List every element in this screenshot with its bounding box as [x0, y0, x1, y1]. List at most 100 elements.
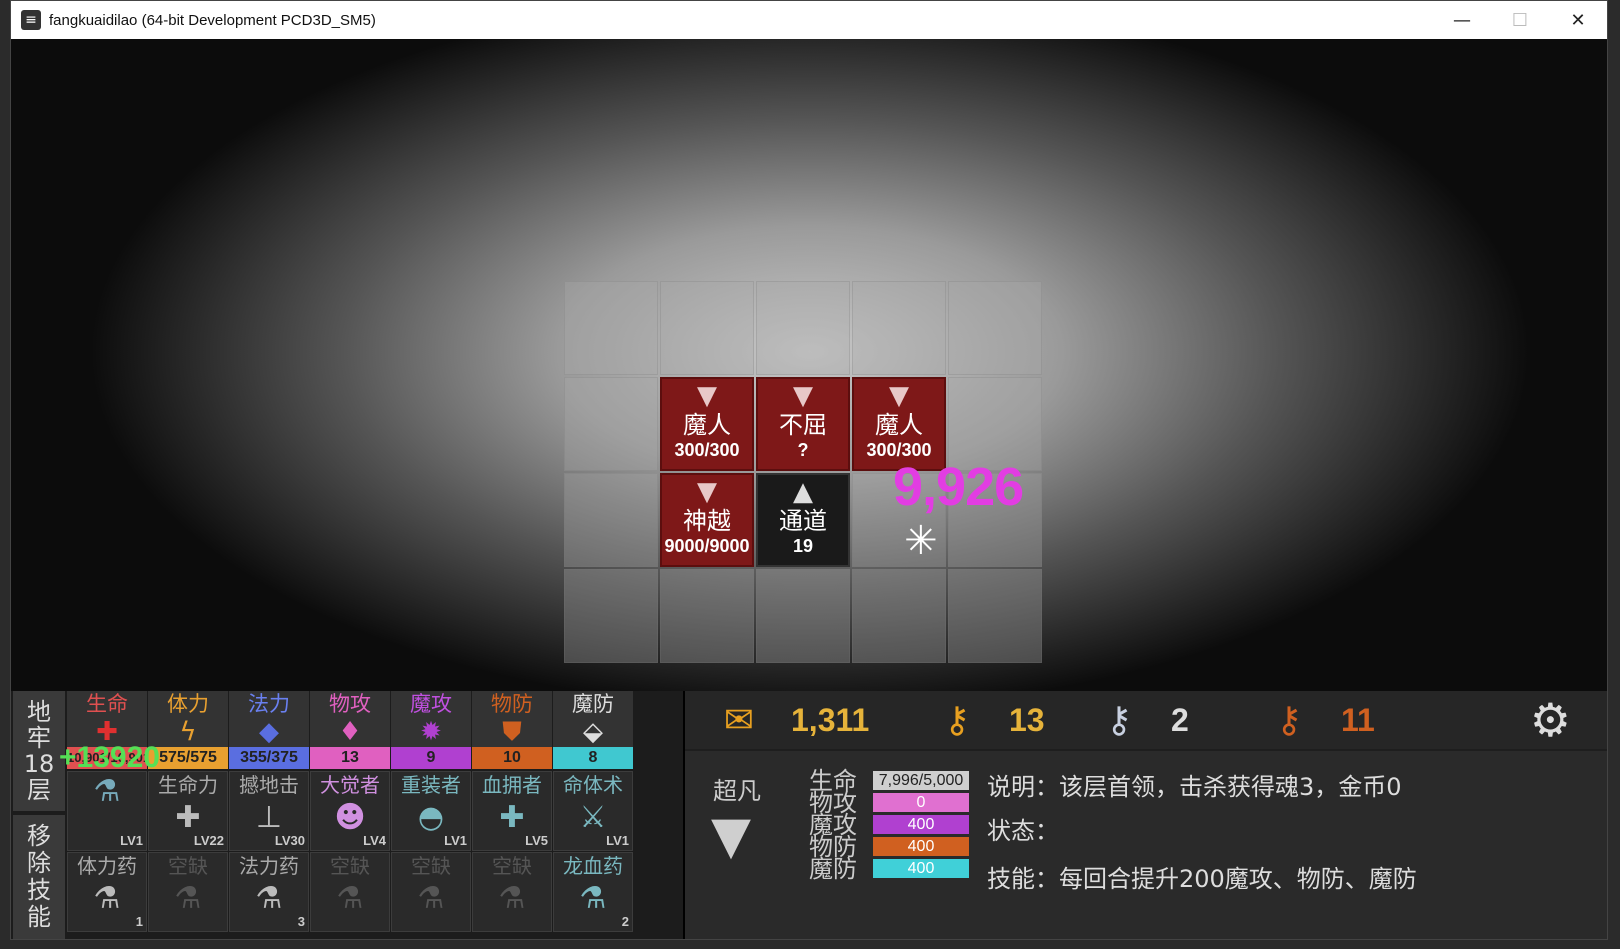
empty-tile[interactable] [852, 281, 946, 375]
stat-label: 魔攻 [410, 692, 452, 716]
stat-mana: 法力 ◆ 355/375 [229, 691, 309, 769]
gold-amount: 1,311 [791, 701, 870, 738]
close-button[interactable]: ✕ [1549, 1, 1607, 39]
info-panel: ✉ 1,311 ⚷ 13 ⚷ 2 ⚷ 11 ⚙ 超凡 ▼ 生命 物攻 魔攻 物防 [685, 691, 1607, 939]
sword-icon: ♦ [338, 717, 362, 747]
monster-tile[interactable]: ▼ 不屈 ? [756, 377, 850, 471]
empty-tile[interactable] [564, 281, 658, 375]
item-slot[interactable]: 空缺 ⚗ [148, 852, 228, 932]
monster-tile[interactable]: ▼ 魔人 300/300 [660, 377, 754, 471]
empty-tile[interactable] [564, 473, 658, 567]
demon-icon: ▼ [711, 806, 751, 866]
item-count: 1 [135, 914, 143, 929]
skill-level: LV1 [120, 833, 143, 848]
skill-slot[interactable]: 命体术 ⚔ LV1 [553, 771, 633, 851]
empty-tile[interactable] [660, 281, 754, 375]
silver-key-counter: ⚷ 2 [1097, 691, 1189, 749]
enemy-stat-label: 魔防 [809, 855, 857, 883]
maximize-button[interactable]: ☐ [1491, 1, 1549, 39]
enemy-matk-bar: 400 [873, 815, 969, 834]
enemy-info: 超凡 ▼ 生命 物攻 魔攻 物防 魔防 7,996/5,000 0 400 40… [685, 751, 1607, 939]
resource-bar: ✉ 1,311 ⚷ 13 ⚷ 2 ⚷ 11 ⚙ [685, 691, 1607, 749]
skill-level: LV4 [363, 833, 386, 848]
item-slot[interactable]: 龙血药 ⚗ 2 [553, 852, 633, 932]
damage-number: 9,926 [893, 457, 1024, 517]
demon-icon: ▼ [793, 381, 813, 411]
skill-slot[interactable]: ⚗ LV1 [67, 771, 147, 851]
skill-slot[interactable]: 大觉者 ☻ LV4 [310, 771, 390, 851]
stat-attack: 物攻 ♦ 13 [310, 691, 390, 769]
floor-indicator[interactable]: 地 牢 18 层 [13, 691, 65, 811]
plus-icon: ✚ [175, 800, 201, 835]
skill-level: LV22 [193, 833, 224, 848]
silver-key-icon: ⚷ [1105, 699, 1133, 741]
stat-label: 生命 [86, 692, 128, 716]
stat-stamina: 体力 ϟ 575/575 [148, 691, 228, 769]
empty-tile[interactable] [660, 569, 754, 663]
game-window: ≡ fangkuaidilao (64-bit Development PCD3… [10, 0, 1608, 940]
stat-magic-attack: 魔攻 ✹ 9 [391, 691, 471, 769]
item-name: 空缺 [168, 854, 208, 878]
floor-char: 层 [27, 776, 51, 804]
skill-name: 命体术 [563, 773, 623, 797]
item-slot[interactable]: 空缺 ⚗ [472, 852, 552, 932]
item-name: 空缺 [330, 854, 370, 878]
ground-slam-icon: ⊥ [255, 800, 283, 835]
remove-skill-button[interactable]: 移 除 技 能 [13, 815, 65, 939]
flask-icon: ⚗ [417, 881, 445, 916]
shield-icon: ⛊ [502, 717, 522, 747]
passage-tile[interactable]: ▲ 通道 19 [756, 473, 850, 567]
item-slot[interactable]: 法力药 ⚗ 3 [229, 852, 309, 932]
gear-icon[interactable]: ⚙ [1530, 696, 1571, 744]
monster-name: 神越 [683, 507, 731, 535]
item-slot[interactable]: 空缺 ⚗ [310, 852, 390, 932]
skill-level: LV5 [525, 833, 548, 848]
magic-wand-cursor-icon: ✳ [904, 518, 938, 564]
gold-key-icon: ⚷ [943, 699, 971, 741]
monster-name: 不屈 [779, 411, 827, 439]
diamond-icon: ◆ [259, 717, 279, 747]
monster-hp: 9000/9000 [664, 536, 750, 556]
hp-gain-popup: +13920 [59, 741, 160, 774]
body-art-icon: ⚔ [579, 800, 607, 835]
passage-name: 通道 [779, 507, 827, 535]
remove-skill-char: 移 [27, 822, 51, 850]
empty-tile[interactable] [756, 281, 850, 375]
item-slot[interactable]: 空缺 ⚗ [391, 852, 471, 932]
skill-level: LV1 [444, 833, 467, 848]
flask-icon: ⚗ [174, 881, 202, 916]
stat-value: 9 [391, 747, 471, 769]
skill-name: 血拥者 [482, 773, 542, 797]
monster-hp: 300/300 [674, 440, 740, 460]
item-slot[interactable]: 体力药 ⚗ 1 [67, 852, 147, 932]
enemy-skill: 技能：每回合提升200魔攻、物防、魔防 [987, 865, 1417, 893]
potion-pair-icon: ⚗ [93, 774, 121, 809]
flask-icon: ⚗ [93, 881, 121, 916]
empty-tile[interactable] [564, 569, 658, 663]
skill-slot[interactable]: 撼地击 ⊥ LV30 [229, 771, 309, 851]
empty-tile[interactable] [852, 569, 946, 663]
monster-tile[interactable]: ▼ 神越 9000/9000 [660, 473, 754, 567]
enemy-description: 说明：该层首领，击杀获得魂3，金币0 [987, 773, 1402, 801]
minimize-button[interactable]: — [1433, 1, 1491, 39]
gold-key-amount: 13 [1009, 701, 1045, 738]
skill-name: 大觉者 [320, 773, 380, 797]
empty-tile[interactable] [564, 377, 658, 471]
empty-tile[interactable] [948, 281, 1042, 375]
skill-slot[interactable]: 生命力 ✚ LV22 [148, 771, 228, 851]
dungeon-stage: ▼ 魔人 300/300 ▼ 不屈 ? ▼ 魔人 300/300 ▼ 神越 90… [11, 39, 1607, 691]
demon-icon: ▼ [697, 381, 717, 411]
window-title: fangkuaidilao (64-bit Development PCD3D_… [49, 11, 376, 29]
skill-slot[interactable]: 血拥者 ✚ LV5 [472, 771, 552, 851]
stat-label: 法力 [248, 692, 290, 716]
stat-label: 物防 [491, 692, 533, 716]
flask-icon: ⚗ [498, 881, 526, 916]
empty-tile[interactable] [756, 569, 850, 663]
stat-value: 8 [553, 747, 633, 769]
enemy-name: 超凡 [713, 777, 761, 805]
helmet-icon: ◓ [417, 800, 445, 835]
remove-skill-char: 除 [27, 849, 51, 877]
skill-slot[interactable]: 重装者 ◓ LV1 [391, 771, 471, 851]
item-name: 体力药 [77, 854, 137, 878]
empty-tile[interactable] [948, 569, 1042, 663]
